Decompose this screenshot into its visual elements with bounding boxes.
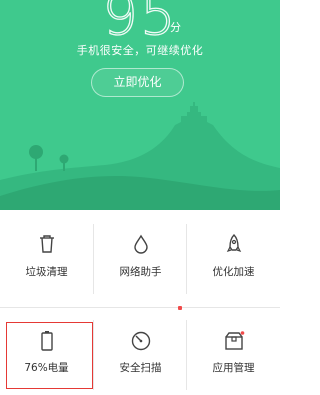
hero-panel: 95 分 手机很安全，可继续优化 立即优化 — [0, 0, 280, 210]
tool-label: 优化加速 — [212, 266, 255, 278]
divider — [93, 320, 94, 390]
score-unit: 分 — [170, 21, 181, 34]
tool-network-assistant[interactable]: 网络助手 — [94, 212, 187, 307]
security-score: 95 — [0, 0, 280, 46]
optimize-now-button[interactable]: 立即优化 — [91, 68, 184, 97]
app-box-icon — [224, 331, 244, 350]
tool-label: 网络助手 — [119, 266, 162, 278]
divider — [186, 320, 187, 390]
divider — [0, 307, 280, 308]
tool-speed-boost[interactable]: 优化加速 — [187, 212, 280, 307]
score-value: 95 — [102, 0, 178, 48]
divider — [186, 224, 187, 294]
status-message: 手机很安全，可继续优化 — [76, 44, 204, 57]
selection-highlight — [6, 322, 93, 389]
trash-icon — [39, 235, 54, 253]
scan-icon — [131, 331, 150, 351]
tool-junk-cleanup[interactable]: 垃圾清理 — [0, 212, 93, 307]
tool-security-scan[interactable]: 安全扫描 — [94, 308, 187, 395]
notification-dot — [178, 306, 182, 310]
tool-label: 应用管理 — [212, 362, 255, 374]
tool-app-management[interactable]: 应用管理 — [187, 308, 280, 395]
divider — [93, 224, 94, 294]
water-drop-icon — [133, 234, 148, 254]
rocket-icon — [226, 234, 241, 253]
tool-label: 安全扫描 — [119, 362, 162, 374]
tool-label: 垃圾清理 — [25, 266, 68, 278]
